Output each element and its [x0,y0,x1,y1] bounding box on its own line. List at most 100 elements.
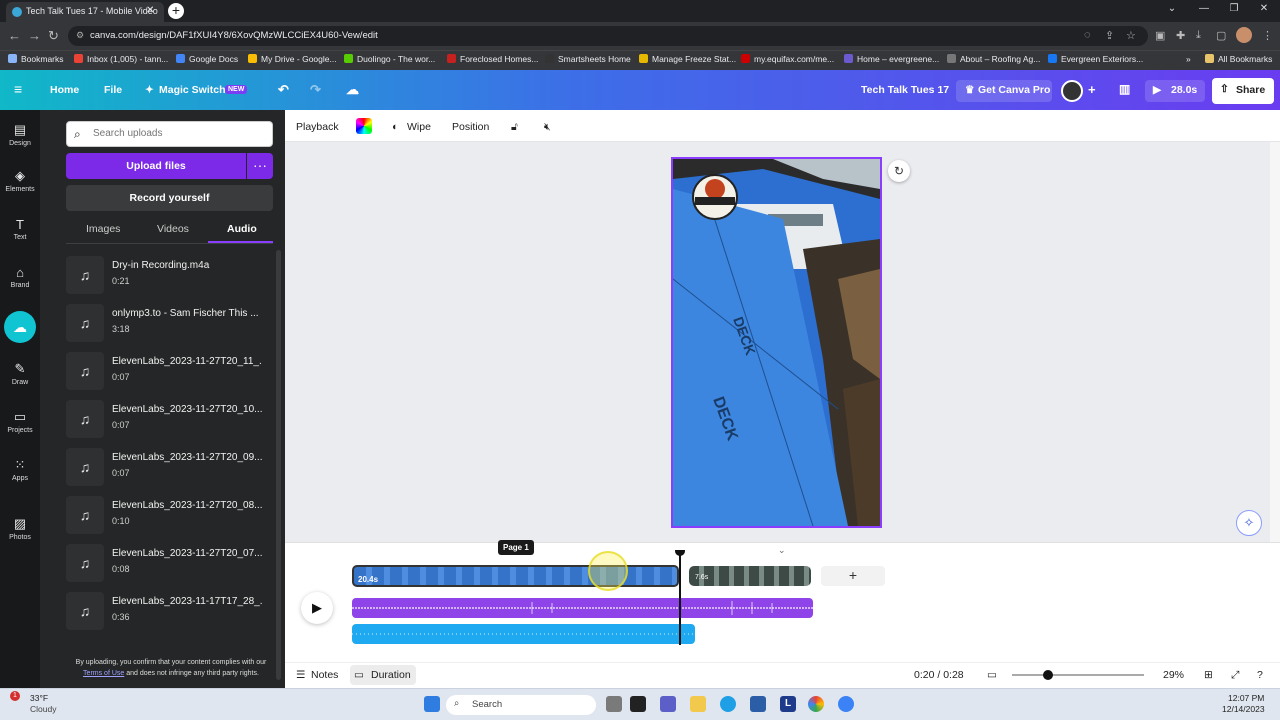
reload-icon[interactable]: ↻ [48,28,59,44]
lock-icon[interactable]: 🔓︎ [511,121,518,134]
rail-photos[interactable]: ▨ Photos [0,516,40,541]
list-item[interactable]: ♫ ElevenLabs_2023-11-27T20_07... 0:08 [66,544,271,588]
audio-track-purple[interactable] [352,598,813,618]
cloud-saved-icon[interactable]: ☁ [346,82,359,98]
windows-start-icon[interactable] [424,696,440,712]
restore-icon[interactable]: ❐ [1226,3,1242,17]
chevron-right-icon[interactable]: » [1186,54,1191,64]
url-bar[interactable]: ⚙ canva.com/design/DAF1fXUI4Y8/6XovQMzWL… [68,26,1148,46]
taskview-icon[interactable] [630,696,646,712]
profile-avatar[interactable] [1236,27,1252,43]
rail-projects[interactable]: ▭ Projects [0,409,40,434]
extension-icon[interactable]: ▣ [1155,29,1165,42]
bookmark-item[interactable]: About – Roofing Ag... [947,54,1040,64]
magic-switch-button[interactable]: Magic Switch [159,84,226,96]
kebab-menu-icon[interactable]: ⋮ [1262,29,1273,42]
zoom-slider-handle[interactable] [1043,670,1053,680]
list-item[interactable]: ♫ ElevenLabs_2023-11-27T20_10... 0:07 [66,400,271,444]
bookmark-item[interactable]: My Drive - Google... [248,54,337,64]
terms-link[interactable]: Terms of Use [83,670,124,677]
share-button[interactable]: ⇧ Share [1212,78,1274,104]
help-icon[interactable]: ? [1257,669,1263,681]
pages-view-icon[interactable]: ▭ [987,669,997,681]
new-tab-button[interactable]: + [168,3,184,19]
site-info-icon[interactable]: ⚙ [76,30,84,41]
sidepanel-icon[interactable]: ▢ [1216,29,1226,42]
eye-off-icon[interactable]: ◌ [1084,29,1091,41]
taskbar-search[interactable]: ⌕ Search [446,695,596,715]
collapse-timeline-icon[interactable]: ⌄ [778,545,786,556]
app-l-icon[interactable]: L [780,696,796,712]
home-button[interactable]: Home [50,84,79,96]
tab-images[interactable]: Images [86,223,120,235]
video-clip-2[interactable]: 7.6s [689,566,811,586]
all-bookmarks[interactable]: All Bookmarks [1205,54,1272,64]
bookmark-item[interactable]: Home – evergreene... [844,54,939,64]
timeline-play-button[interactable]: ▶ [301,592,333,624]
chevron-down-icon[interactable]: ⌄ [1164,3,1180,17]
hamburger-menu-icon[interactable]: ≡ [14,81,22,97]
upload-files-button[interactable]: Upload files [66,153,246,179]
uploads-icon[interactable]: ☁ [4,311,36,343]
bookmark-item[interactable]: Smartsheets Home [545,54,631,64]
rotate-icon[interactable]: ↻ [888,160,910,182]
canvas-scrollbar[interactable] [1270,142,1280,552]
file-menu-button[interactable]: File [104,84,122,96]
bookmark-item[interactable]: Duolingo - The wor... [344,54,435,64]
puzzle-icon[interactable]: ✚ [1176,29,1185,42]
bookmark-item[interactable]: Google Docs [176,54,238,64]
close-tab-icon[interactable]: ✕ [146,5,154,16]
bookmark-item[interactable]: Bookmarks [8,54,64,64]
roof-video-frame[interactable]: DECK DECK [671,157,882,528]
store-icon[interactable] [750,696,766,712]
taskbar-app-icon[interactable] [838,696,854,712]
star-icon[interactable]: ☆ [1126,29,1136,42]
search-input[interactable] [93,128,263,139]
list-item[interactable]: ♫ ElevenLabs_2023-11-27T20_08... 0:10 [66,496,271,540]
weather-temp[interactable]: 33°F [30,693,48,703]
magic-assistant-icon[interactable]: ✧ [1236,510,1262,536]
forward-icon[interactable]: → [28,28,41,43]
more-options-icon[interactable]: ··· [247,153,273,179]
rail-design[interactable]: ▤ Design [0,122,40,147]
rail-draw[interactable]: ✎ Draw [0,361,40,386]
search-uploads-field[interactable]: ⌕ [66,121,273,147]
rail-apps[interactable]: ⁙ Apps [0,457,40,482]
notes-button[interactable]: Notes [311,669,338,681]
download-icon[interactable]: ⤓ [1196,29,1201,42]
grid-view-icon[interactable]: ⊞ [1204,669,1213,681]
fullscreen-icon[interactable]: ⤢ [1231,669,1239,682]
close-window-icon[interactable]: ✕ [1256,3,1272,17]
design-title[interactable]: Tech Talk Tues 17 [861,84,949,96]
tab-audio[interactable]: Audio [227,223,257,235]
playback-button[interactable]: Playback [296,121,339,133]
bookmark-item[interactable]: Foreclosed Homes... [447,54,538,64]
edge-icon[interactable] [720,696,736,712]
minimize-icon[interactable]: — [1196,3,1212,17]
playhead[interactable] [679,553,681,645]
chrome-icon[interactable] [808,696,824,712]
rail-brand[interactable]: ⌂ Brand [0,265,40,289]
color-picker-icon[interactable] [356,118,372,134]
undo-icon[interactable]: ↶ [278,82,289,98]
audio-track-blue[interactable] [352,624,695,644]
zoom-level[interactable]: 29% [1163,669,1184,681]
panel-scrollbar[interactable] [276,250,281,680]
bookmark-item[interactable]: my.equifax.com/me... [741,54,834,64]
analytics-icon[interactable]: ▥ [1119,82,1130,96]
clock-time[interactable]: 12:07 PM [1228,693,1264,703]
user-avatar[interactable] [1061,80,1083,102]
record-yourself-button[interactable]: Record yourself [66,185,273,211]
list-item[interactable]: ♫ ElevenLabs_2023-11-27T20_11_... 0:07 [66,352,271,396]
list-item[interactable]: ♫ onlymp3.to - Sam Fischer This ... 3:18 [66,304,271,348]
mute-icon[interactable]: 🔇︎ [544,121,551,134]
position-button[interactable]: Position [452,121,489,133]
list-item[interactable]: ♫ ElevenLabs_2023-11-27T20_09... 0:07 [66,448,271,492]
add-collaborator-icon[interactable]: + [1088,82,1096,97]
file-explorer-icon[interactable] [690,696,706,712]
teams-icon[interactable] [660,696,676,712]
zoom-slider[interactable] [1012,674,1144,676]
add-page-button[interactable]: + [821,566,885,586]
list-item[interactable]: ♫ ElevenLabs_2023-11-17T17_28_... 0:36 [66,592,271,636]
tab-videos[interactable]: Videos [157,223,189,235]
